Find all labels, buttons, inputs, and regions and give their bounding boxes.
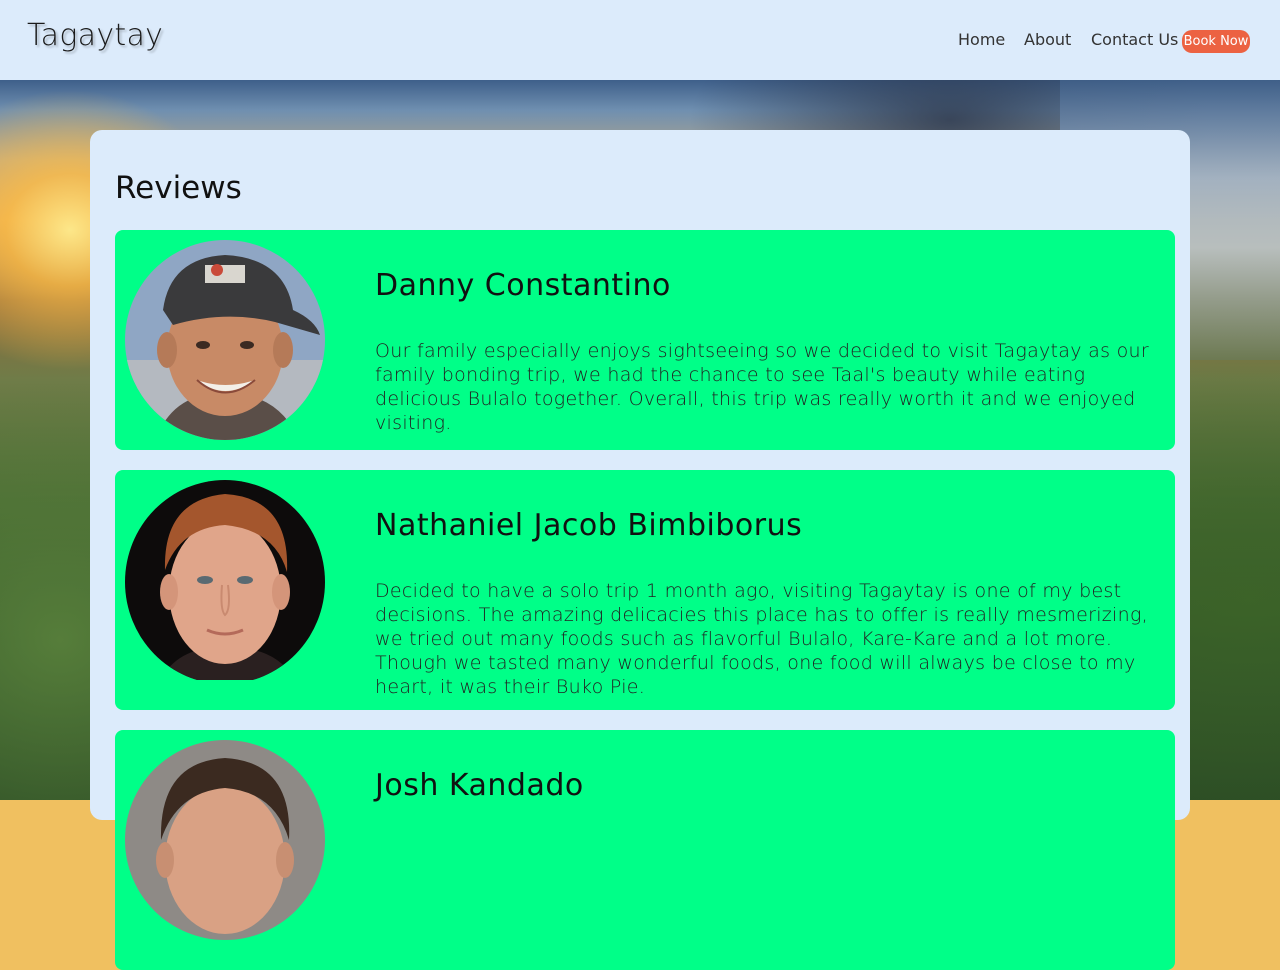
reviewer-name: Nathaniel Jacob Bimbiborus bbox=[375, 508, 803, 543]
reviewer-photo bbox=[125, 740, 325, 940]
reviews-heading: Reviews bbox=[115, 170, 242, 206]
reviewer-name: Danny Constantino bbox=[375, 268, 671, 303]
top-navbar: Tagaytay Home About Contact Us Book Now bbox=[0, 0, 1280, 80]
review-card: Danny Constantino Our family especially … bbox=[115, 230, 1175, 450]
reviewer-avatar bbox=[125, 740, 325, 940]
reviewer-photo bbox=[125, 480, 325, 680]
review-text: Decided to have a solo trip 1 month ago,… bbox=[375, 580, 1149, 698]
book-now-button[interactable]: Book Now bbox=[1182, 30, 1250, 53]
reviewer-photo bbox=[125, 240, 325, 440]
site-logo[interactable]: Tagaytay bbox=[27, 18, 163, 53]
review-card: Nathaniel Jacob Bimbiborus Decided to ha… bbox=[115, 470, 1175, 710]
reviews-panel: Reviews Danny Constantino Our family esp… bbox=[90, 130, 1190, 970]
reviewer-avatar bbox=[125, 240, 325, 440]
nav-link-home[interactable]: Home bbox=[958, 30, 1005, 49]
review-text: Our family especially enjoys sightseeing… bbox=[375, 340, 1149, 434]
nav-link-about[interactable]: About bbox=[1024, 30, 1071, 49]
nav-link-contact-us[interactable]: Contact Us bbox=[1091, 30, 1178, 49]
review-card: Josh Kandado bbox=[115, 730, 1175, 970]
reviewer-name: Josh Kandado bbox=[375, 768, 584, 803]
reviewer-avatar bbox=[125, 480, 325, 684]
